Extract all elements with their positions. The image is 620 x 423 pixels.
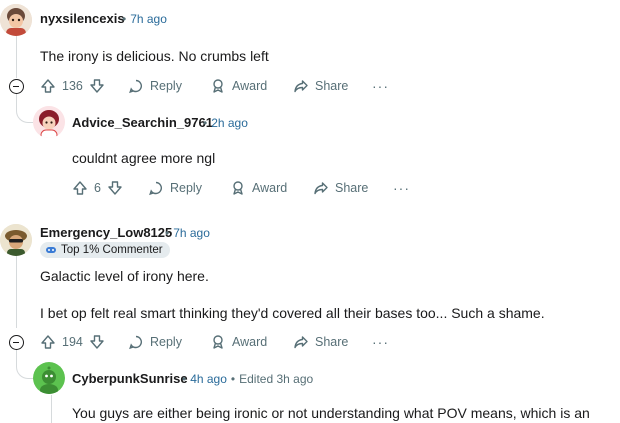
vote-count: 136 [62,79,83,93]
reply-label: Reply [150,79,182,93]
comment-username[interactable]: nyxsilencexis [40,11,125,26]
avatar[interactable] [33,106,65,138]
more-icon[interactable]: ··· [372,78,389,94]
avatar-image [33,362,65,394]
share-button[interactable]: Share [293,334,348,350]
comment-timestamp[interactable]: 7h ago [130,12,167,26]
reply-button[interactable]: Reply [148,180,202,196]
avatar[interactable] [0,4,32,36]
award-label: Award [232,79,268,93]
comment-timestamp[interactable]: 4h ago [190,372,227,386]
upvote-icon[interactable] [72,180,88,196]
thread-elbow [16,350,33,379]
comment-meta: • 7h ago [165,226,210,240]
thread-line [16,36,17,78]
thread-line [51,395,52,423]
comment-meta: • 4h ago • Edited 3h ago [182,372,314,386]
reply-icon [129,335,142,350]
avatar-image [33,106,65,138]
thread-elbow [16,94,33,123]
comment-username[interactable]: Advice_Searchin_9761 [72,115,213,130]
share-icon [294,80,308,93]
award-icon [213,79,223,93]
share-button[interactable]: Share [313,180,368,196]
downvote-icon[interactable] [107,180,123,196]
award-label: Award [232,335,268,349]
award-icon [213,335,223,349]
reply-button[interactable]: Reply [128,78,182,94]
flair-icon [46,247,56,253]
share-label: Share [335,181,369,195]
reply-label: Reply [170,181,202,195]
vote-count: 6 [94,181,101,195]
share-icon [314,182,328,195]
more-icon[interactable]: ··· [393,180,410,196]
user-flair-badge: Top 1% Commenter [40,242,170,258]
share-button[interactable]: Share [293,78,348,94]
share-label: Share [315,335,349,349]
more-icon[interactable]: ··· [372,334,389,350]
share-label: Share [315,79,349,93]
vote-controls: 136 [40,78,105,94]
reply-label: Reply [150,335,182,349]
comment-meta: • 7h ago [122,12,167,26]
award-label: Award [252,181,288,195]
vote-controls: 194 [40,334,105,350]
downvote-icon[interactable] [89,334,105,350]
comment-body: You guys are either being ironic or not … [72,405,590,421]
collapse-icon[interactable] [9,79,24,94]
award-button[interactable]: Award [210,78,267,94]
edited-label: Edited 3h ago [239,372,314,386]
reply-icon [129,79,142,94]
thread-line [16,256,17,328]
downvote-icon[interactable] [89,78,105,94]
award-button[interactable]: Award [210,334,267,350]
upvote-icon[interactable] [40,78,56,94]
comment-timestamp[interactable]: 2h ago [211,116,248,130]
comment-body: The irony is delicious. No crumbs left [40,48,269,64]
award-icon [233,181,243,195]
comment-meta: • 2h ago [203,116,248,130]
avatar-image [0,224,32,256]
avatar-image [0,4,32,36]
reply-icon [149,181,162,196]
award-button[interactable]: Award [230,180,287,196]
flair-label: Top 1% Commenter [61,244,163,256]
comment-username[interactable]: Emergency_Low8125 [40,225,172,240]
collapse-icon[interactable] [9,335,24,350]
comment-body: couldnt agree more ngl [72,150,216,166]
vote-controls: 6 [72,180,123,196]
share-icon [294,336,308,349]
comment-username[interactable]: CyberpunkSunrise [72,371,188,386]
avatar[interactable] [0,224,32,256]
comment-body-line: I bet op felt real smart thinking they'd… [40,305,545,321]
comment-timestamp[interactable]: 7h ago [173,226,210,240]
avatar[interactable] [33,362,65,394]
upvote-icon[interactable] [40,334,56,350]
comment-body-line: Galactic level of irony here. [40,268,209,284]
reply-button[interactable]: Reply [128,334,182,350]
vote-count: 194 [62,335,83,349]
